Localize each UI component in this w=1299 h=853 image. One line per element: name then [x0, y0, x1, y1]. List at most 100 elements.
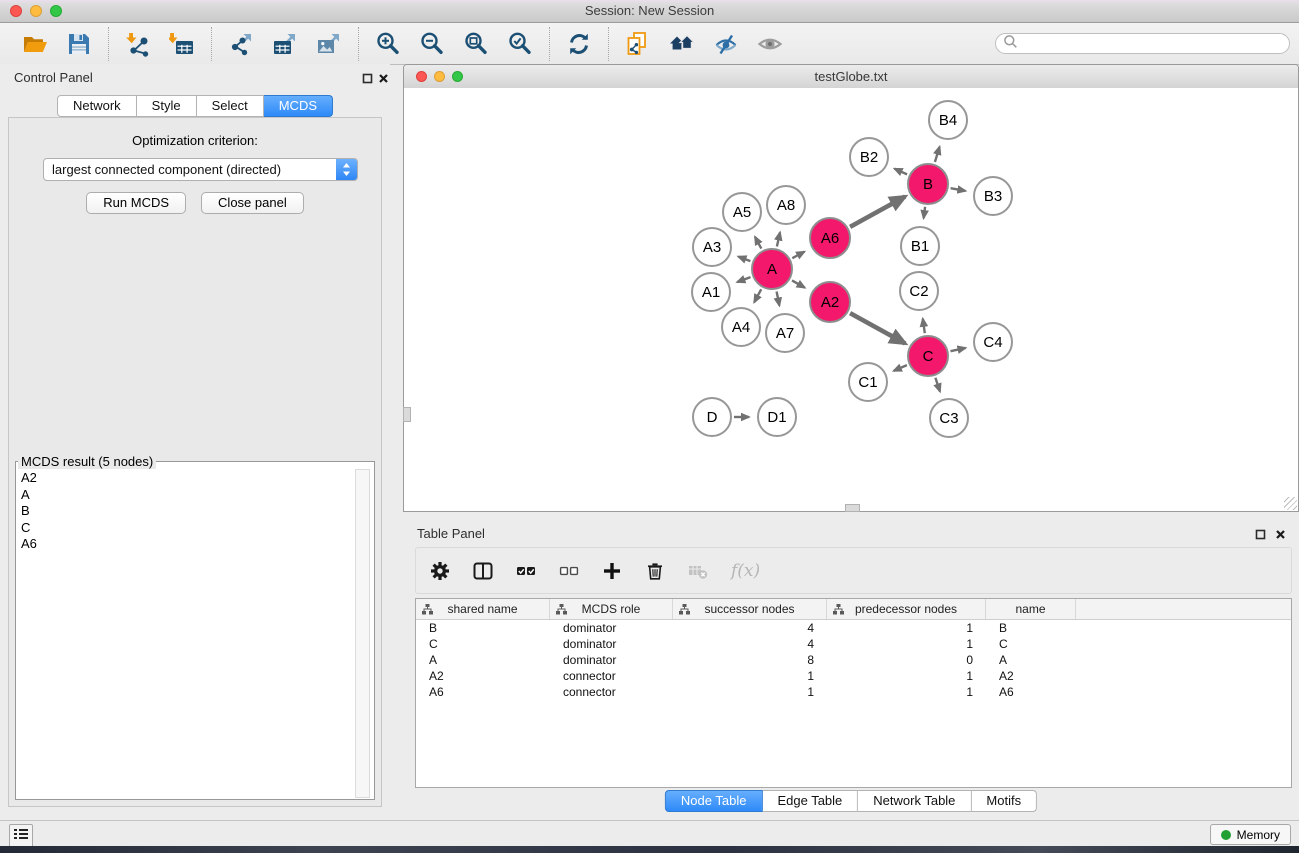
- graph-node-C4[interactable]: C4: [973, 322, 1013, 362]
- graph-node-B1[interactable]: B1: [900, 226, 940, 266]
- graph-node-B[interactable]: B: [907, 163, 949, 205]
- graph-node-A[interactable]: A: [751, 248, 793, 290]
- graph-node-D1[interactable]: D1: [757, 397, 797, 437]
- edge-A-A8[interactable]: [777, 232, 780, 246]
- edge-A-A5[interactable]: [755, 237, 761, 249]
- edge-A-A6[interactable]: [792, 252, 804, 259]
- graph-node-B3[interactable]: B3: [973, 176, 1013, 216]
- zoom-fit-icon[interactable]: [462, 30, 490, 58]
- mcds-result-item[interactable]: C: [21, 520, 373, 537]
- zoom-in-icon[interactable]: [374, 30, 402, 58]
- edge-A-A1[interactable]: [737, 277, 750, 282]
- bottom-splitter-handle[interactable]: [845, 504, 860, 512]
- add-row-icon[interactable]: [602, 561, 622, 581]
- column-settings-icon[interactable]: [430, 561, 450, 581]
- close-table-panel-icon[interactable]: [1273, 527, 1287, 541]
- edge-A-A2[interactable]: [792, 280, 805, 287]
- network-window-titlebar[interactable]: testGlobe.txt: [404, 65, 1298, 89]
- column-header-shared-name[interactable]: shared name: [416, 599, 550, 619]
- graph-node-A4[interactable]: A4: [721, 307, 761, 347]
- close-panel-icon[interactable]: [376, 71, 390, 85]
- graph-node-B2[interactable]: B2: [849, 137, 889, 177]
- graph-node-A8[interactable]: A8: [766, 185, 806, 225]
- import-table-icon[interactable]: [168, 30, 196, 58]
- graph-node-A7[interactable]: A7: [765, 313, 805, 353]
- edge-A-A7[interactable]: [777, 292, 780, 306]
- column-header-predecessor-nodes[interactable]: predecessor nodes: [827, 599, 986, 619]
- criterion-select[interactable]: largest connected component (directed): [43, 158, 358, 181]
- edge-A2-C[interactable]: [850, 313, 905, 343]
- graph-node-A5[interactable]: A5: [722, 192, 762, 232]
- task-history-button[interactable]: [9, 824, 33, 848]
- search-field[interactable]: [995, 33, 1290, 54]
- refresh-view-icon[interactable]: [565, 30, 593, 58]
- table-tab-node-table[interactable]: Node Table: [665, 790, 763, 812]
- column-header-MCDS-role[interactable]: MCDS role: [550, 599, 673, 619]
- edge-A-A4[interactable]: [754, 289, 761, 302]
- export-network-icon[interactable]: [227, 30, 255, 58]
- column-header-name[interactable]: name: [986, 599, 1076, 619]
- edge-B-B1[interactable]: [924, 207, 926, 218]
- edge-B-B3[interactable]: [951, 188, 966, 191]
- close-panel-button[interactable]: Close panel: [201, 192, 304, 214]
- table-row[interactable]: Bdominator41B: [416, 620, 1291, 636]
- import-network-icon[interactable]: [124, 30, 152, 58]
- memory-button[interactable]: Memory: [1210, 824, 1291, 845]
- unselect-all-icon[interactable]: [559, 561, 579, 581]
- graph-node-C[interactable]: C: [907, 335, 949, 377]
- mcds-result-item[interactable]: A: [21, 487, 373, 504]
- split-panel-icon[interactable]: [473, 561, 493, 581]
- run-mcds-button[interactable]: Run MCDS: [86, 192, 186, 214]
- show-all-icon[interactable]: [756, 30, 784, 58]
- save-session-icon[interactable]: [65, 30, 93, 58]
- edge-C-C1[interactable]: [894, 365, 907, 371]
- edge-C-C2[interactable]: [923, 319, 925, 334]
- duplicate-network-icon[interactable]: [624, 30, 652, 58]
- zoom-selected-icon[interactable]: [506, 30, 534, 58]
- table-row[interactable]: Adominator80A: [416, 652, 1291, 668]
- table-tab-motifs[interactable]: Motifs: [971, 790, 1037, 812]
- mcds-result-item[interactable]: B: [21, 503, 373, 520]
- open-file-icon[interactable]: [21, 30, 49, 58]
- table-row[interactable]: A2connector11A2: [416, 668, 1291, 684]
- tab-style[interactable]: Style: [137, 95, 197, 117]
- graph-node-C2[interactable]: C2: [899, 271, 939, 311]
- table-tab-edge-table[interactable]: Edge Table: [762, 790, 858, 812]
- graph-node-B4[interactable]: B4: [928, 100, 968, 140]
- edge-B-B4[interactable]: [935, 147, 940, 162]
- mcds-result-item[interactable]: A6: [21, 536, 373, 553]
- edge-A6-B[interactable]: [850, 197, 905, 227]
- tab-network[interactable]: Network: [57, 95, 137, 117]
- network-canvas[interactable]: B4 B2 B B3 A8A5 A6 B1 A3 A C2 A1 A2 A4A7 C4 C C1 D D1 C3: [404, 88, 1298, 511]
- delete-row-icon[interactable]: [645, 561, 665, 581]
- graph-node-A2[interactable]: A2: [809, 281, 851, 323]
- float-table-panel-icon[interactable]: [1253, 527, 1267, 541]
- select-all-icon[interactable]: [516, 561, 536, 581]
- result-scrollbar[interactable]: [355, 469, 370, 798]
- hide-selected-icon[interactable]: [712, 30, 740, 58]
- export-table-icon[interactable]: [271, 30, 299, 58]
- edge-B-B2[interactable]: [895, 169, 908, 175]
- edge-A-A3[interactable]: [738, 257, 750, 262]
- edge-C-C3[interactable]: [935, 378, 940, 392]
- tab-select[interactable]: Select: [197, 95, 264, 117]
- graph-node-D[interactable]: D: [692, 397, 732, 437]
- window-resize-grip[interactable]: [1284, 497, 1297, 510]
- graph-node-A1[interactable]: A1: [691, 272, 731, 312]
- graph-node-C3[interactable]: C3: [929, 398, 969, 438]
- search-input[interactable]: [1022, 35, 1289, 53]
- export-image-icon[interactable]: [315, 30, 343, 58]
- left-splitter-handle[interactable]: [403, 407, 411, 422]
- table-tab-network-table[interactable]: Network Table: [858, 790, 971, 812]
- graph-node-A3[interactable]: A3: [692, 227, 732, 267]
- table-row[interactable]: Cdominator41C: [416, 636, 1291, 652]
- first-neighbors-icon[interactable]: [668, 30, 696, 58]
- graph-node-C1[interactable]: C1: [848, 362, 888, 402]
- column-header-successor-nodes[interactable]: successor nodes: [673, 599, 827, 619]
- mcds-result-item[interactable]: A2: [21, 470, 373, 487]
- graph-node-A6[interactable]: A6: [809, 217, 851, 259]
- edge-C-C4[interactable]: [951, 348, 966, 351]
- tab-mcds[interactable]: MCDS: [264, 95, 333, 117]
- table-row[interactable]: A6connector11A6: [416, 684, 1291, 700]
- float-panel-icon[interactable]: [360, 71, 374, 85]
